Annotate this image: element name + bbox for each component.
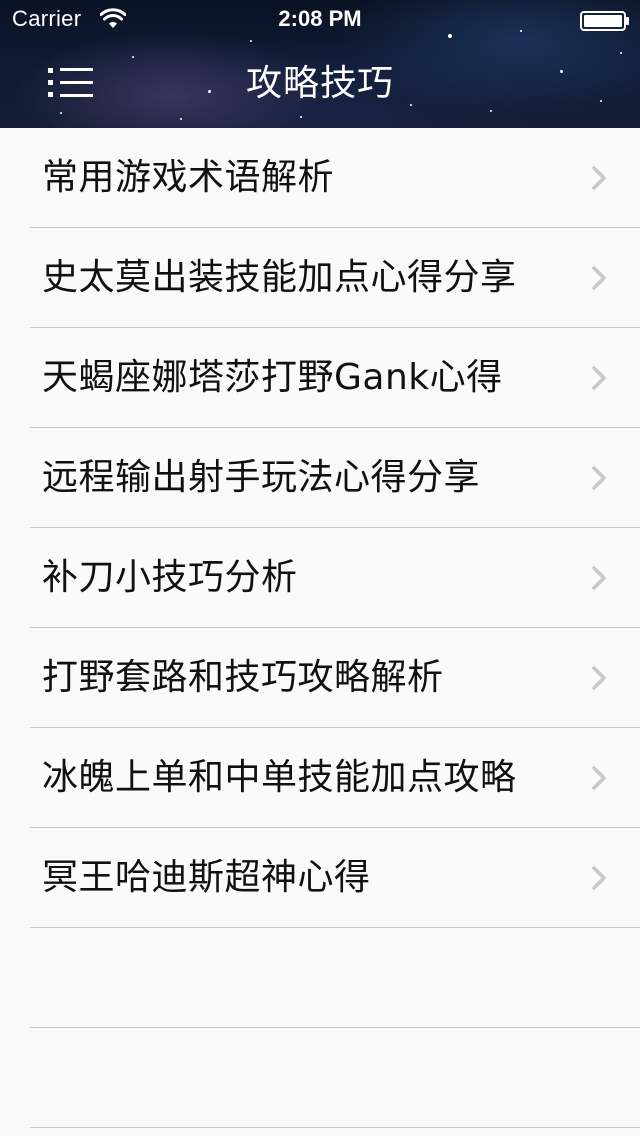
list-item[interactable]: 打野套路和技巧攻略解析 xyxy=(0,628,640,728)
star-decoration xyxy=(620,52,622,54)
header-bar: Carrier 2:08 PM 攻略技巧 xyxy=(0,0,640,128)
list-item-label: 补刀小技巧分析 xyxy=(42,557,298,598)
star-decoration xyxy=(180,118,182,120)
page-title: 攻略技巧 xyxy=(245,63,394,104)
star-decoration xyxy=(132,56,134,58)
list-item[interactable]: 常用游戏术语解析 xyxy=(0,128,640,228)
list-item-label: 天蝎座娜塔莎打野Gank心得 xyxy=(42,357,503,398)
star-decoration xyxy=(60,112,62,114)
star-decoration xyxy=(250,40,252,42)
list-item[interactable]: 远程输出射手玩法心得分享 xyxy=(0,428,640,528)
empty-row xyxy=(0,1028,640,1128)
list-item-label: 常用游戏术语解析 xyxy=(42,157,335,198)
chevron-right-icon xyxy=(592,366,606,390)
star-decoration xyxy=(490,110,492,112)
list-item[interactable]: 补刀小技巧分析 xyxy=(0,528,640,628)
empty-row xyxy=(0,928,640,1028)
list-item-label: 史太莫出装技能加点心得分享 xyxy=(42,257,517,298)
chevron-right-icon xyxy=(592,266,606,290)
chevron-right-icon xyxy=(592,166,606,190)
article-list: 常用游戏术语解析 史太莫出装技能加点心得分享 天蝎座娜塔莎打野Gank心得 远程… xyxy=(0,128,640,1128)
status-time: 2:08 PM xyxy=(278,6,362,31)
list-item-label: 冰魄上单和中单技能加点攻略 xyxy=(42,757,517,798)
battery-icon xyxy=(580,11,629,31)
chevron-right-icon xyxy=(592,666,606,690)
status-bar: Carrier 2:08 PM xyxy=(0,0,640,40)
list-item[interactable]: 冥王哈迪斯超神心得 xyxy=(0,828,640,928)
list-item-label: 冥王哈迪斯超神心得 xyxy=(42,857,371,898)
chevron-right-icon xyxy=(592,566,606,590)
row-separator xyxy=(30,1127,640,1128)
star-decoration xyxy=(300,116,302,118)
list-item-label: 打野套路和技巧攻略解析 xyxy=(42,657,444,698)
chevron-right-icon xyxy=(592,466,606,490)
list-item-label: 远程输出射手玩法心得分享 xyxy=(42,457,481,498)
list-item[interactable]: 冰魄上单和中单技能加点攻略 xyxy=(0,728,640,828)
list-item[interactable]: 史太莫出装技能加点心得分享 xyxy=(0,228,640,328)
list-item[interactable]: 天蝎座娜塔莎打野Gank心得 xyxy=(0,328,640,428)
screen: Carrier 2:08 PM 攻略技巧 常用游戏术语解析 史太莫出装技能加点心… xyxy=(0,0,640,1136)
chevron-right-icon xyxy=(592,766,606,790)
chevron-right-icon xyxy=(592,866,606,890)
